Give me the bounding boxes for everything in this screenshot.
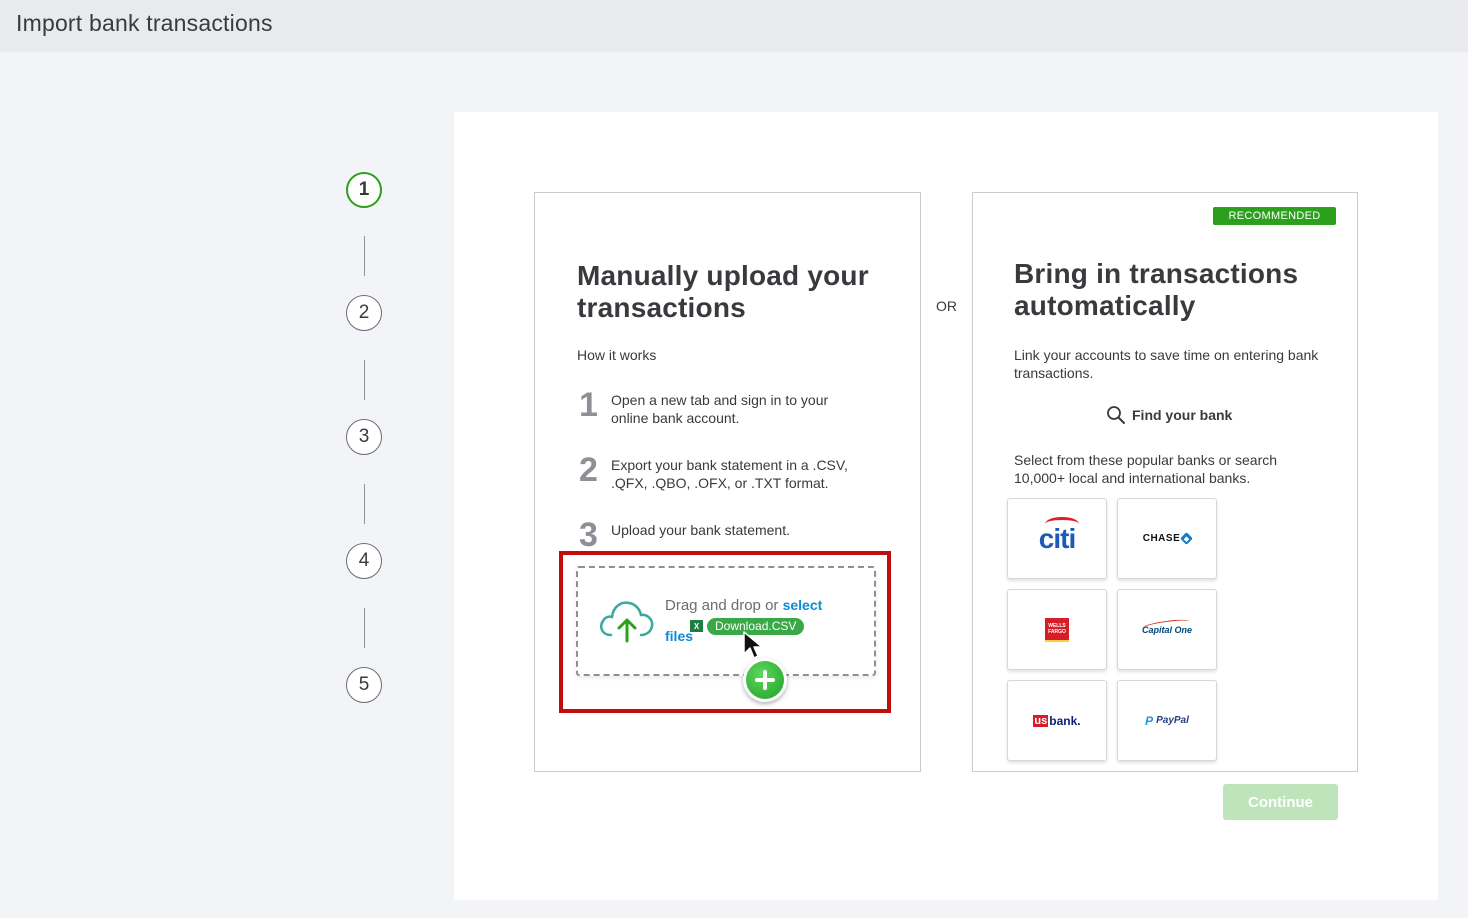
chase-octagon-icon	[1180, 532, 1194, 545]
wells-fargo-logo: WELLS FARGO	[1045, 617, 1069, 642]
us-bank-logo: us bank.	[1033, 713, 1081, 728]
popular-banks-description: Select from these popular banks or searc…	[1014, 452, 1278, 486]
step-5[interactable]: 5	[346, 667, 382, 703]
page-header: Import bank transactions	[0, 0, 1468, 52]
auto-connect-title: Bring in transactions automatically	[1014, 258, 1299, 321]
excel-file-icon: X	[689, 619, 704, 633]
search-icon	[1107, 406, 1125, 424]
bank-tile-wells-fargo[interactable]: WELLS FARGO	[1007, 589, 1107, 670]
step-connector	[364, 608, 365, 648]
step-1[interactable]: 1	[346, 172, 382, 208]
step-connector	[364, 360, 365, 400]
bank-tile-chase[interactable]: CHASE	[1117, 498, 1217, 579]
bank-tile-capital-one[interactable]: Capital One	[1117, 589, 1217, 670]
bank-tile-paypal[interactable]: P PayPal	[1117, 680, 1217, 761]
instruction-number: 1	[579, 386, 598, 424]
auto-connect-description: Link your accounts to save time on enter…	[1014, 347, 1319, 381]
how-it-works-label: How it works	[577, 347, 657, 363]
instruction-number: 3	[579, 516, 598, 554]
continue-button[interactable]: Continue	[1223, 784, 1338, 820]
instruction-text: Open a new tab and sign in to your onlin…	[611, 392, 829, 426]
manual-upload-title: Manually upload your transactions	[577, 260, 869, 323]
page-title: Import bank transactions	[16, 10, 273, 36]
dropzone-text: Drag and drop or select	[665, 597, 823, 614]
add-copy-icon	[743, 658, 787, 702]
capital-one-logo: Capital One	[1141, 617, 1192, 635]
chase-logo: CHASE	[1143, 532, 1194, 545]
find-your-bank-link[interactable]: Find your bank	[1106, 405, 1232, 425]
mouse-cursor-icon	[743, 631, 763, 659]
select-files-link[interactable]: select	[783, 597, 823, 613]
instruction-text: Upload your bank statement.	[611, 522, 790, 538]
recommended-badge: RECOMMENDED	[1213, 207, 1336, 225]
step-connector	[364, 236, 365, 276]
instruction-text: Export your bank statement in a .CSV, .Q…	[611, 457, 848, 491]
find-your-bank-label: Find your bank	[1132, 407, 1233, 423]
or-separator: OR	[936, 298, 957, 314]
paypal-logo: P PayPal	[1145, 713, 1189, 728]
step-2[interactable]: 2	[346, 295, 382, 331]
bank-tile-us-bank[interactable]: us bank.	[1007, 680, 1107, 761]
step-connector	[364, 484, 365, 524]
cloud-upload-icon	[600, 601, 654, 643]
step-3[interactable]: 3	[346, 419, 382, 455]
instruction-number: 2	[579, 451, 598, 489]
bank-tile-citi[interactable]: citi	[1007, 498, 1107, 579]
step-4[interactable]: 4	[346, 543, 382, 579]
citi-logo: citi	[1039, 516, 1079, 555]
